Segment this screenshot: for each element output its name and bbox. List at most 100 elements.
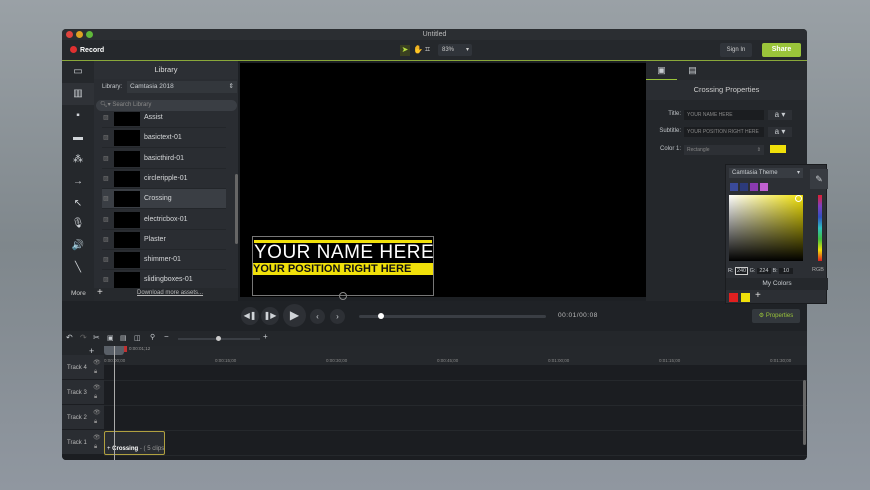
eye-icon[interactable]: 👁︎	[93, 434, 101, 441]
eyedropper-icon[interactable]: ✎	[810, 169, 828, 189]
eye-icon[interactable]: 👁︎	[93, 409, 101, 416]
canvas[interactable]: YOUR NAME HERE YOUR POSITION RIGHT HERE	[240, 63, 646, 300]
annotations-icon[interactable]: ▪	[70, 109, 86, 123]
library-item[interactable]: ▨ shimmer-01	[102, 250, 226, 271]
zoom-dropdown[interactable]: 83% ▾	[438, 44, 472, 56]
library-item[interactable]: ▨ Crossing	[102, 189, 226, 210]
color1-swatch[interactable]	[770, 145, 786, 153]
search-input[interactable]: 🔍︎▾ Search Library	[96, 100, 237, 111]
library-icon[interactable]: ▥	[70, 87, 86, 101]
share-button[interactable]: Share	[762, 43, 801, 57]
timeline-scrollbar[interactable]	[803, 380, 806, 445]
media-icon[interactable]: ▭	[70, 65, 86, 79]
lock-icon[interactable]: 🔒︎	[94, 444, 97, 451]
library-item[interactable]: ▨ slidingboxes-01	[102, 270, 226, 288]
record-button[interactable]: Record	[70, 46, 104, 54]
transitions-icon[interactable]: ▬	[70, 131, 86, 145]
copy-icon[interactable]: ▣	[107, 334, 114, 342]
more-button[interactable]: More	[71, 290, 86, 297]
subtitle-font-button[interactable]: a ▾	[768, 127, 792, 137]
library-scrollbar[interactable]	[235, 174, 238, 244]
play-icon[interactable]: ▶	[283, 304, 306, 327]
library-item[interactable]: ▨ Plaster	[102, 230, 226, 250]
color-swatch[interactable]	[760, 183, 768, 191]
lock-icon[interactable]: 🔒︎	[94, 394, 97, 401]
animations-icon[interactable]: →	[70, 175, 86, 189]
crop-tool-icon[interactable]: ⌗	[425, 44, 430, 55]
pointer-tool-icon[interactable]: ➤	[400, 45, 410, 56]
g-input[interactable]: 224	[756, 268, 771, 274]
zoom-out-icon[interactable]: −	[164, 332, 169, 341]
next-icon[interactable]: ›	[330, 309, 345, 324]
color-cursor[interactable]	[795, 195, 802, 202]
subtitle-field[interactable]: YOUR POSITION RIGHT HERE	[684, 127, 764, 137]
title-text[interactable]: YOUR NAME HERE	[254, 242, 434, 264]
library-item[interactable]: ▨ basictext-01	[102, 128, 226, 149]
zoom-in-icon[interactable]: +	[263, 332, 268, 341]
item-type-icon: ▨	[103, 196, 109, 203]
library-item[interactable]: ▨ circleripple-01	[102, 169, 226, 189]
r-input[interactable]: 240	[735, 267, 749, 275]
previous-icon[interactable]: ‹	[310, 309, 325, 324]
library-item[interactable]: ▨ Assist	[102, 112, 226, 128]
behaviors-icon[interactable]: ⁂	[70, 153, 86, 167]
library-select[interactable]: Camtasia 2018 ⇕	[127, 81, 237, 93]
track-header[interactable]: Track 4 👁︎ 🔒︎	[62, 355, 104, 380]
track-header[interactable]: Track 1 👁︎ 🔒︎	[62, 430, 104, 455]
theme-select[interactable]: Camtasia Theme ▾	[729, 168, 803, 178]
scrubber-handle[interactable]	[378, 313, 385, 319]
color-mode-button[interactable]: RGB	[812, 267, 824, 273]
timeline-ruler[interactable]: 0:00:01;12 0:00:00;000:00:15;000:00:30;0…	[104, 346, 807, 365]
library-item[interactable]: ▨ basicthird-01	[102, 149, 226, 169]
item-type-icon: ▨	[103, 257, 109, 264]
voice-narration-icon[interactable]: 🎙	[70, 217, 86, 231]
color-swatch[interactable]	[730, 183, 738, 191]
undo-icon[interactable]: ↶	[66, 333, 73, 342]
video-properties-tab[interactable]: ▤	[677, 61, 708, 80]
track-header[interactable]: Track 3 👁︎ 🔒︎	[62, 380, 104, 405]
step-back-icon[interactable]: ◀❚	[241, 307, 259, 325]
item-label: slidingboxes-01	[144, 276, 193, 284]
audio-effects-icon[interactable]: 🔊	[70, 239, 86, 253]
color-swatch[interactable]	[750, 183, 758, 191]
properties-button[interactable]: ⚙ Properties	[752, 309, 800, 323]
download-assets-link[interactable]: Download more assets...	[137, 290, 203, 296]
cut-icon[interactable]: ✂	[93, 333, 100, 342]
visual-effects-icon[interactable]: ╲	[70, 261, 86, 275]
visual-properties-tab[interactable]: ▣	[646, 61, 677, 80]
pan-tool-icon[interactable]: ✋	[413, 45, 423, 54]
color-gradient-field[interactable]	[729, 195, 803, 261]
split-icon[interactable]: ◫	[134, 334, 141, 342]
color-swatch[interactable]	[741, 293, 750, 302]
add-icon[interactable]: +	[97, 287, 103, 298]
redo-icon[interactable]: ↷	[80, 333, 87, 342]
selection-box[interactable]: YOUR NAME HERE YOUR POSITION RIGHT HERE	[252, 236, 434, 300]
title-field[interactable]: YOUR NAME HERE	[684, 110, 764, 120]
eye-icon[interactable]: 👁︎	[93, 384, 101, 391]
timeline-zoom-slider[interactable]	[178, 336, 260, 341]
cursor-effects-icon[interactable]: ↖	[70, 197, 86, 211]
rotate-handle[interactable]	[339, 292, 347, 300]
b-input[interactable]: 10	[779, 268, 794, 274]
paste-icon[interactable]: ▤	[120, 334, 127, 342]
zoom-icon[interactable]: ⚲	[150, 333, 155, 341]
track-header[interactable]: Track 2 👁︎ 🔒︎	[62, 405, 104, 430]
library-item[interactable]: ▨ electricbox-01	[102, 210, 226, 230]
playback-scrubber[interactable]	[359, 313, 546, 319]
sign-in-button[interactable]: Sign In	[720, 43, 752, 57]
lock-icon[interactable]: 🔒︎	[94, 419, 97, 426]
close-button[interactable]	[66, 31, 73, 38]
hue-slider[interactable]	[818, 195, 822, 261]
timeline-toolbar: ↶ ↷ ✂ ▣ ▤ ◫ ⚲ − +	[62, 331, 807, 346]
color-swatch[interactable]	[729, 293, 738, 302]
lock-icon[interactable]: 🔒︎	[94, 369, 97, 376]
color1-select[interactable]: Rectangle ⇕	[684, 145, 764, 155]
step-forward-icon[interactable]: ❚▶	[261, 307, 279, 325]
eye-icon[interactable]: 👁︎	[93, 359, 101, 366]
minimize-button[interactable]	[76, 31, 83, 38]
maximize-button[interactable]	[86, 31, 93, 38]
add-color-icon[interactable]: +	[755, 290, 761, 301]
title-font-button[interactable]: a ▾	[768, 110, 792, 120]
color-swatch[interactable]	[740, 183, 748, 191]
subtitle-text[interactable]: YOUR POSITION RIGHT HERE	[253, 263, 433, 275]
